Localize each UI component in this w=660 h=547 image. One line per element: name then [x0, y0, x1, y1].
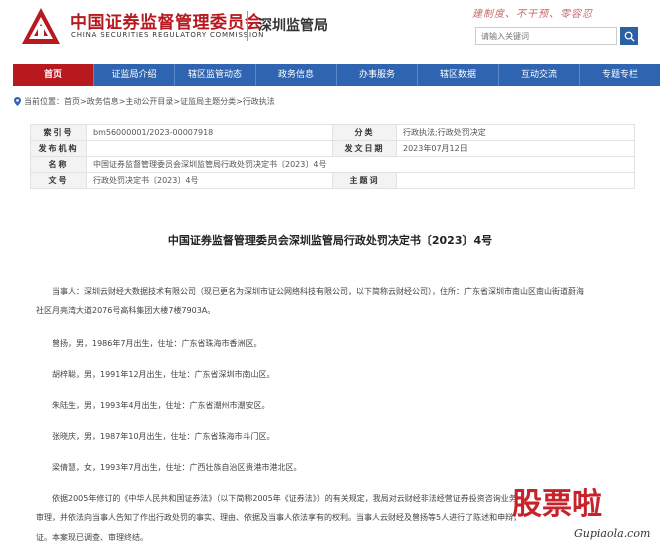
breadcrumb-gov-info[interactable]: 政务信息	[87, 96, 119, 107]
breadcrumb-sep: >	[118, 97, 126, 106]
nav-interaction[interactable]: 互动交流	[499, 64, 579, 86]
watermark-char: 啦	[572, 487, 602, 522]
meta-row: 发布机构 发文日期 2023年07月12日	[30, 140, 635, 157]
watermark-char: 票	[542, 487, 572, 522]
breadcrumb-enforcement[interactable]: 行政执法	[243, 96, 275, 107]
main-nav: 首页 证监局介绍 辖区监管动态 政务信息 办事服务 辖区数据 互动交流 专题专栏	[13, 64, 660, 86]
breadcrumb-home[interactable]: 首页	[64, 96, 80, 107]
paragraph: 梁倩慧，女，1993年7月出生，住址：广西壮族自治区贵港市港北区。	[52, 463, 302, 472]
meta-value-publisher	[86, 140, 333, 157]
breadcrumb-sep: >	[173, 97, 181, 106]
paragraph: 张晓庆，男，1987年10月出生，住址：广东省珠海市斗门区。	[52, 432, 275, 441]
breadcrumb-sep: >	[80, 97, 87, 106]
nav-home[interactable]: 首页	[13, 64, 93, 86]
paragraph: 曾扬，男，1986年7月出生，住址：广东省珠海市香洲区。	[52, 339, 262, 348]
meta-label-doc-number: 文号	[30, 172, 87, 189]
meta-value-name: 中国证券监督管理委员会深圳监管局行政处罚决定书〔2023〕4号	[86, 156, 635, 173]
nav-region-data[interactable]: 辖区数据	[418, 64, 498, 86]
nav-special-topics[interactable]: 专题专栏	[580, 64, 660, 86]
site-header: 中国证券监督管理委员会 CHINA SECURITIES REGULATORY …	[0, 0, 660, 62]
meta-row: 文号 行政处罚决定书〔2023〕4号 主题词	[30, 172, 635, 189]
slogan: 建制度、不干预、零容忍	[472, 9, 593, 20]
watermark-char: 股	[512, 487, 542, 522]
document-meta-table: 索引号 bm56000001/2023-00007918 分类 行政执法;行政处…	[30, 124, 635, 189]
search-input[interactable]	[475, 27, 617, 45]
meta-value-index: bm56000001/2023-00007918	[86, 124, 333, 141]
site-title-cn[interactable]: 中国证券监督管理委员会	[70, 8, 263, 33]
search-button[interactable]	[620, 27, 638, 45]
breadcrumb-topic-category[interactable]: 证监局主题分类	[180, 96, 236, 107]
paragraph: 胡梓聪，男，1991年12月出生，住址：广东省深圳市南山区。	[52, 370, 275, 379]
meta-label-publisher: 发布机构	[30, 140, 87, 157]
nav-regulatory-news[interactable]: 辖区监管动态	[175, 64, 255, 86]
site-title-en: CHINA SECURITIES REGULATORY COMMISSION	[71, 31, 265, 39]
nav-gov-info[interactable]: 政务信息	[256, 64, 336, 86]
location-pin-icon	[14, 97, 21, 106]
meta-label-category: 分类	[332, 124, 397, 141]
breadcrumb-public-catalog[interactable]: 主动公开目录	[125, 96, 173, 107]
breadcrumb-sep: >	[236, 97, 243, 106]
header-divider	[247, 11, 248, 41]
meta-value-doc-number: 行政处罚决定书〔2023〕4号	[86, 172, 333, 189]
paragraph: 社区月亮湾大道2076号高科集团大楼7楼7903A。	[36, 306, 216, 315]
meta-row: 名称 中国证券监督管理委员会深圳监管局行政处罚决定书〔2023〕4号	[30, 156, 635, 173]
meta-label-index: 索引号	[30, 124, 87, 141]
meta-value-category: 行政执法;行政处罚决定	[396, 124, 635, 141]
meta-label-date: 发文日期	[332, 140, 397, 157]
meta-value-keywords	[396, 172, 635, 189]
meta-label-keywords: 主题词	[332, 172, 397, 189]
breadcrumb-prefix: 当前位置：	[24, 97, 64, 106]
paragraph: 证。本案现已调查、审理终结。	[36, 533, 148, 542]
document-title: 中国证券监督管理委员会深圳监管局行政处罚决定书〔2023〕4号	[167, 234, 493, 247]
nav-services[interactable]: 办事服务	[337, 64, 417, 86]
breadcrumb: 当前位置： 首页 > 政务信息 > 主动公开目录 > 证监局主题分类 > 行政执…	[14, 96, 275, 107]
paragraph: 当事人：深圳云财经大数据技术有限公司（现已更名为深圳市证公网络科技有限公司，以下…	[52, 287, 584, 296]
paragraph: 审理，并依法向当事人告知了作出行政处罚的事实、理由、依据及当事人依法享有的权利。…	[36, 513, 522, 522]
watermark-logo: 股票啦	[512, 488, 602, 522]
meta-label-name: 名称	[30, 156, 87, 173]
csrc-logo-icon[interactable]	[20, 6, 62, 46]
paragraph: 依据2005年修订的《中华人民共和国证券法》（以下简称2005年《证券法》）的有…	[52, 494, 517, 503]
search-icon	[624, 31, 635, 42]
paragraph: 朱陆生，男，1993年4月出生，住址：广东省潮州市潮安区。	[52, 401, 270, 410]
watermark-url: Gupiaola.com	[574, 527, 651, 540]
bureau-name[interactable]: 深圳监管局	[258, 15, 328, 35]
nav-bureau-intro[interactable]: 证监局介绍	[94, 64, 174, 86]
meta-row: 索引号 bm56000001/2023-00007918 分类 行政执法;行政处…	[30, 124, 635, 141]
meta-value-date: 2023年07月12日	[396, 140, 635, 157]
